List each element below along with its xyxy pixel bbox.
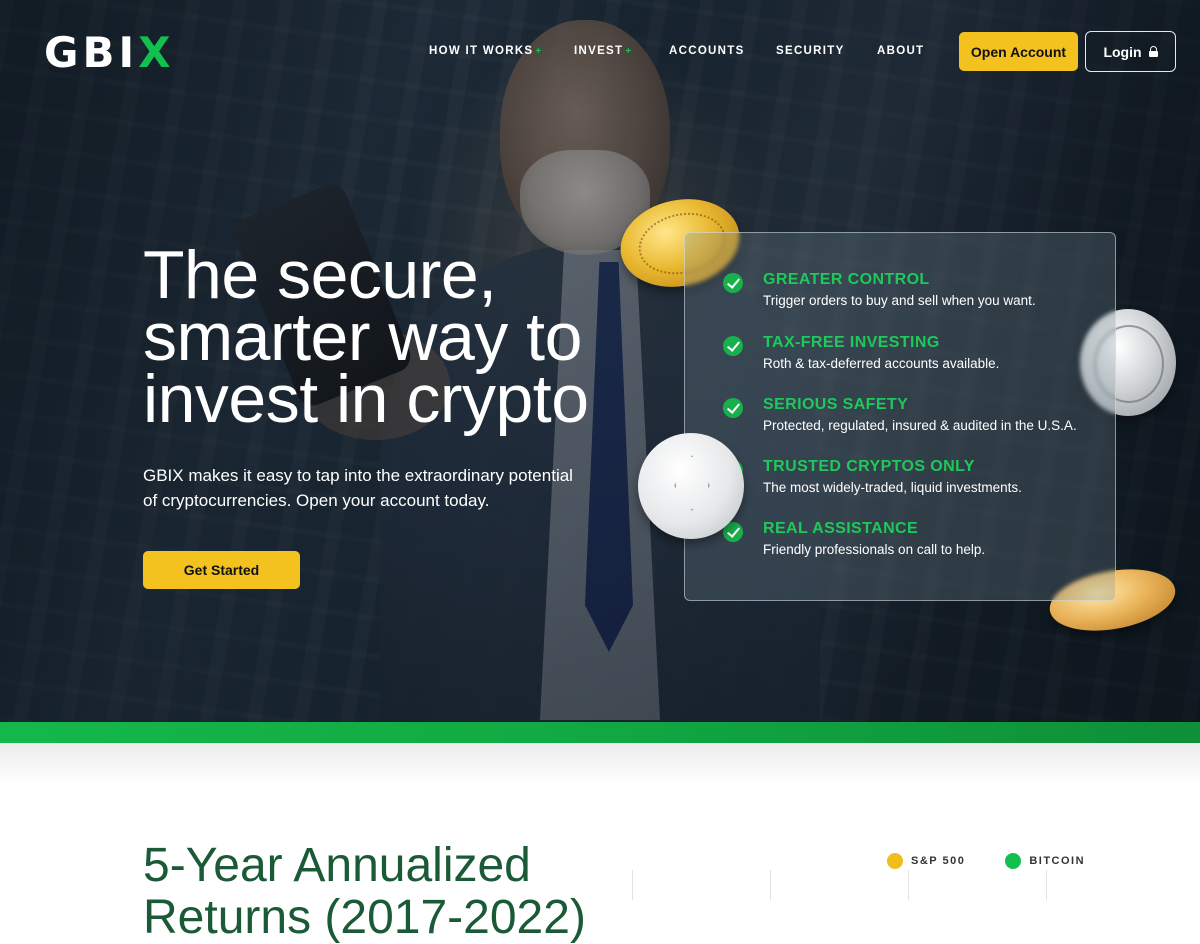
hero-section: GBI X HOW IT WORKS + INVEST + ACCOUNTS SECU… (0, 0, 1200, 722)
nav-item-security[interactable]: SECURITY (776, 42, 845, 60)
feature-title: GREATER CONTROL (763, 271, 930, 288)
chart-gridline (770, 870, 771, 900)
headline-line: smarter way to (143, 299, 582, 375)
feature-desc: Roth & tax-deferred accounts available. (763, 356, 1000, 371)
feature-desc: The most widely-traded, liquid investmen… (763, 480, 1022, 495)
gbix-logo[interactable]: GBI X (44, 27, 175, 77)
section-title-line: 5-Year Annualized (143, 839, 531, 892)
legend-item-bitcoin: BITCOIN (1005, 853, 1085, 869)
nav-item-label: SECURITY (776, 45, 845, 57)
legend-label: S&P 500 (911, 855, 966, 867)
legend-dot-icon (887, 853, 903, 869)
headline-line: invest in crypto (143, 361, 589, 437)
feature-title: TAX-FREE INVESTING (763, 334, 940, 351)
chart-legend: S&P 500 BITCOIN (887, 853, 1085, 869)
feature-title: SERIOUS SAFETY (763, 396, 909, 413)
nav-item-how-it-works[interactable]: HOW IT WORKS + (429, 42, 543, 60)
chart-gridline (1046, 870, 1047, 900)
login-button[interactable]: Login (1085, 31, 1176, 72)
nav-item-label: INVEST (574, 45, 624, 57)
login-label: Login (1103, 43, 1142, 60)
feature-title: REAL ASSISTANCE (763, 520, 919, 537)
check-icon (723, 398, 743, 418)
nav-item-about[interactable]: ABOUT (877, 42, 924, 60)
legend-label: BITCOIN (1029, 855, 1086, 867)
logo-text-main: GBI (44, 27, 139, 77)
nav-item-accounts[interactable]: ACCOUNTS (669, 42, 745, 60)
feature-desc: Trigger orders to buy and sell when you … (763, 293, 1036, 308)
plus-icon: + (625, 46, 633, 57)
chart-gridline (632, 870, 633, 900)
returns-section-title: 5-Year Annualized Returns (2017-2022) (143, 840, 586, 944)
get-started-button[interactable]: Get Started (143, 551, 300, 589)
headline-line: The secure, (143, 237, 497, 313)
nav-item-invest[interactable]: INVEST + (574, 42, 632, 60)
lock-icon (1148, 46, 1158, 57)
green-divider-band (0, 722, 1200, 743)
feature-desc: Friendly professionals on call to help. (763, 542, 986, 557)
chart-gridline (908, 870, 909, 900)
nav-item-label: ACCOUNTS (669, 45, 745, 57)
legend-dot-icon (1005, 853, 1022, 869)
plus-icon: + (535, 46, 543, 57)
logo-text-accent: X (138, 27, 175, 77)
legend-item-sp500: S&P 500 (887, 853, 965, 869)
features-panel: GREATER CONTROL Trigger orders to buy an… (684, 232, 1116, 601)
hero-headline: The secure, smarter way to invest in cry… (143, 237, 623, 437)
band-shadow (0, 743, 1200, 783)
check-icon (723, 273, 743, 293)
nav-item-label: ABOUT (877, 45, 925, 57)
open-account-button[interactable]: Open Account (959, 32, 1078, 71)
feature-title: TRUSTED CRYPTOS ONLY (763, 458, 975, 475)
nav-item-label: HOW IT WORKS (429, 45, 534, 57)
hero-subcopy: GBIX makes it easy to tap into the extra… (143, 466, 573, 510)
feature-desc: Protected, regulated, insured & audited … (763, 418, 1077, 433)
ethereum-coin-icon (638, 433, 744, 539)
check-icon (723, 336, 743, 356)
